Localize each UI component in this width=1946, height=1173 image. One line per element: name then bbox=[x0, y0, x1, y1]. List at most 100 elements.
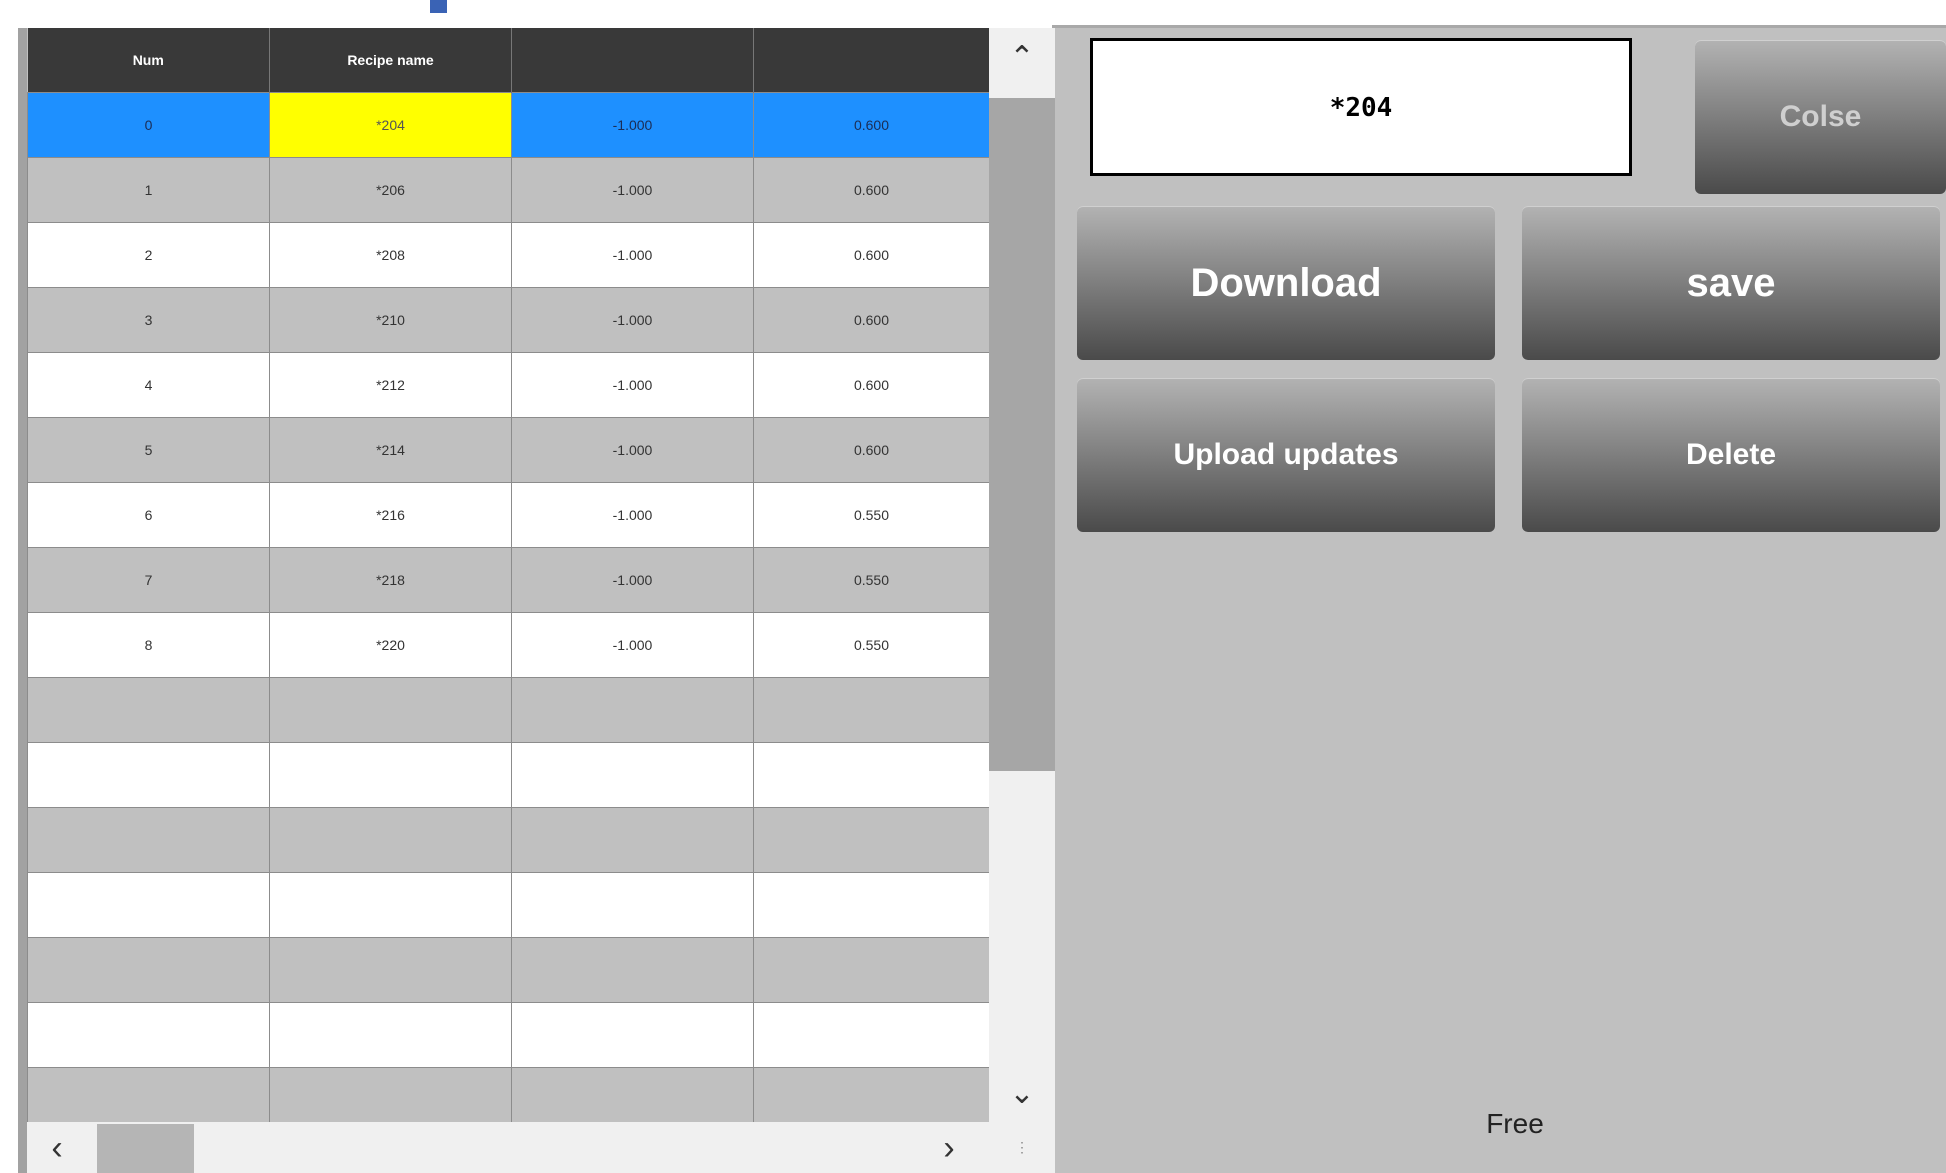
table-cell[interactable] bbox=[511, 872, 754, 938]
table-cell[interactable]: *212 bbox=[269, 352, 512, 418]
table-row[interactable]: 6 *216 -1.000 0.550 bbox=[27, 482, 989, 548]
table-cell[interactable] bbox=[269, 937, 512, 1003]
table-row[interactable] bbox=[27, 807, 989, 873]
table-cell[interactable] bbox=[27, 807, 270, 873]
table-cell[interactable]: -1.000 bbox=[511, 352, 754, 418]
column-header-4[interactable] bbox=[753, 28, 989, 93]
chevron-up-icon[interactable]: ⌃ bbox=[989, 32, 1055, 84]
table-cell[interactable]: 0.600 bbox=[753, 417, 989, 483]
table-cell[interactable]: 3 bbox=[27, 287, 270, 353]
table-row[interactable]: 8 *220 -1.000 0.550 bbox=[27, 612, 989, 678]
table-cell[interactable] bbox=[511, 1067, 754, 1122]
vertical-scroll-thumb[interactable] bbox=[989, 98, 1055, 771]
table-cell[interactable] bbox=[753, 1002, 989, 1068]
table-cell[interactable] bbox=[269, 677, 512, 743]
table-row[interactable]: 4 *212 -1.000 0.600 bbox=[27, 352, 989, 418]
delete-button[interactable]: Delete bbox=[1522, 378, 1940, 532]
table-cell[interactable] bbox=[269, 1067, 512, 1122]
table-cell[interactable] bbox=[27, 1067, 270, 1122]
table-cell[interactable] bbox=[27, 872, 270, 938]
table-cell[interactable]: 6 bbox=[27, 482, 270, 548]
table-cell[interactable]: -1.000 bbox=[511, 157, 754, 223]
table-row[interactable]: 2 *208 -1.000 0.600 bbox=[27, 222, 989, 288]
table-cell[interactable]: 0.600 bbox=[753, 157, 989, 223]
table-row[interactable] bbox=[27, 1002, 989, 1068]
table-cell[interactable]: 0 bbox=[27, 92, 270, 158]
resize-grip-icon[interactable]: ⋮ bbox=[989, 1122, 1055, 1173]
upload-updates-button[interactable]: Upload updates bbox=[1077, 378, 1495, 532]
table-cell[interactable] bbox=[753, 742, 989, 808]
table-cell[interactable] bbox=[753, 807, 989, 873]
table-row[interactable]: 0 *204 -1.000 0.600 bbox=[27, 92, 989, 158]
table-cell[interactable] bbox=[753, 677, 989, 743]
table-row[interactable] bbox=[27, 742, 989, 808]
chevron-left-icon[interactable]: ‹ bbox=[27, 1124, 87, 1173]
table-cell[interactable] bbox=[269, 1002, 512, 1068]
table-cell[interactable]: 0.600 bbox=[753, 222, 989, 288]
table-cell[interactable] bbox=[269, 742, 512, 808]
table-cell[interactable]: -1.000 bbox=[511, 287, 754, 353]
table-cell[interactable]: -1.000 bbox=[511, 222, 754, 288]
table-row[interactable] bbox=[27, 872, 989, 938]
table-cell[interactable]: *208 bbox=[269, 222, 512, 288]
table-cell[interactable] bbox=[27, 1002, 270, 1068]
vertical-scrollbar[interactable]: ⌃ ⌄ bbox=[989, 28, 1055, 1122]
table-cell[interactable] bbox=[269, 872, 512, 938]
table-cell[interactable]: 0.550 bbox=[753, 612, 989, 678]
table-cell[interactable]: *216 bbox=[269, 482, 512, 548]
table-cell[interactable]: -1.000 bbox=[511, 417, 754, 483]
table-cell[interactable] bbox=[511, 807, 754, 873]
table-cell[interactable]: 0.600 bbox=[753, 287, 989, 353]
recipe-table: Num Recipe name 0 *204 -1.000 0.600 1 *206 -1.… bbox=[27, 28, 989, 1122]
horizontal-scrollbar[interactable]: ‹ › bbox=[27, 1122, 989, 1173]
column-header-recipe-name[interactable]: Recipe name bbox=[269, 28, 512, 93]
table-cell[interactable] bbox=[27, 742, 270, 808]
table-row[interactable] bbox=[27, 677, 989, 743]
table-cell[interactable] bbox=[27, 677, 270, 743]
table-row[interactable]: 7 *218 -1.000 0.550 bbox=[27, 547, 989, 613]
table-cell[interactable]: *214 bbox=[269, 417, 512, 483]
table-cell[interactable]: *210 bbox=[269, 287, 512, 353]
column-header-3[interactable] bbox=[511, 28, 754, 93]
table-cell[interactable] bbox=[753, 937, 989, 1003]
table-cell[interactable]: 0.550 bbox=[753, 547, 989, 613]
table-cell[interactable]: -1.000 bbox=[511, 612, 754, 678]
table-cell[interactable]: 4 bbox=[27, 352, 270, 418]
table-cell[interactable] bbox=[511, 937, 754, 1003]
chevron-down-icon[interactable]: ⌄ bbox=[989, 1068, 1055, 1120]
column-header-num[interactable]: Num bbox=[27, 28, 270, 93]
table-cell[interactable]: 0.600 bbox=[753, 92, 989, 158]
table-cell[interactable]: 7 bbox=[27, 547, 270, 613]
table-cell[interactable]: -1.000 bbox=[511, 547, 754, 613]
table-cell[interactable]: *204 bbox=[269, 92, 512, 158]
table-row[interactable] bbox=[27, 1067, 989, 1122]
table-cell[interactable] bbox=[269, 807, 512, 873]
table-cell[interactable]: 1 bbox=[27, 157, 270, 223]
save-button[interactable]: save bbox=[1522, 206, 1940, 360]
table-cell[interactable]: 0.550 bbox=[753, 482, 989, 548]
table-cell[interactable] bbox=[753, 872, 989, 938]
chevron-right-icon[interactable]: › bbox=[919, 1124, 979, 1173]
table-cell[interactable]: -1.000 bbox=[511, 92, 754, 158]
table-cell[interactable]: *218 bbox=[269, 547, 512, 613]
table-cell[interactable]: -1.000 bbox=[511, 482, 754, 548]
table-cell[interactable] bbox=[511, 742, 754, 808]
table-row[interactable] bbox=[27, 937, 989, 1003]
table-cell[interactable]: 2 bbox=[27, 222, 270, 288]
table-cell[interactable] bbox=[753, 1067, 989, 1122]
table-row[interactable]: 3 *210 -1.000 0.600 bbox=[27, 287, 989, 353]
table-cell[interactable]: 8 bbox=[27, 612, 270, 678]
table-cell[interactable]: 5 bbox=[27, 417, 270, 483]
table-cell[interactable]: 0.600 bbox=[753, 352, 989, 418]
table-cell[interactable]: *206 bbox=[269, 157, 512, 223]
download-button[interactable]: Download bbox=[1077, 206, 1495, 360]
close-button[interactable]: Colse bbox=[1695, 40, 1946, 194]
table-row[interactable]: 5 *214 -1.000 0.600 bbox=[27, 417, 989, 483]
horizontal-scroll-thumb[interactable] bbox=[97, 1124, 194, 1173]
table-cell[interactable]: *220 bbox=[269, 612, 512, 678]
table-cell[interactable] bbox=[511, 1002, 754, 1068]
table-cell[interactable] bbox=[511, 677, 754, 743]
table-row[interactable]: 1 *206 -1.000 0.600 bbox=[27, 157, 989, 223]
recipe-name-display[interactable]: *204 bbox=[1090, 38, 1632, 176]
table-cell[interactable] bbox=[27, 937, 270, 1003]
